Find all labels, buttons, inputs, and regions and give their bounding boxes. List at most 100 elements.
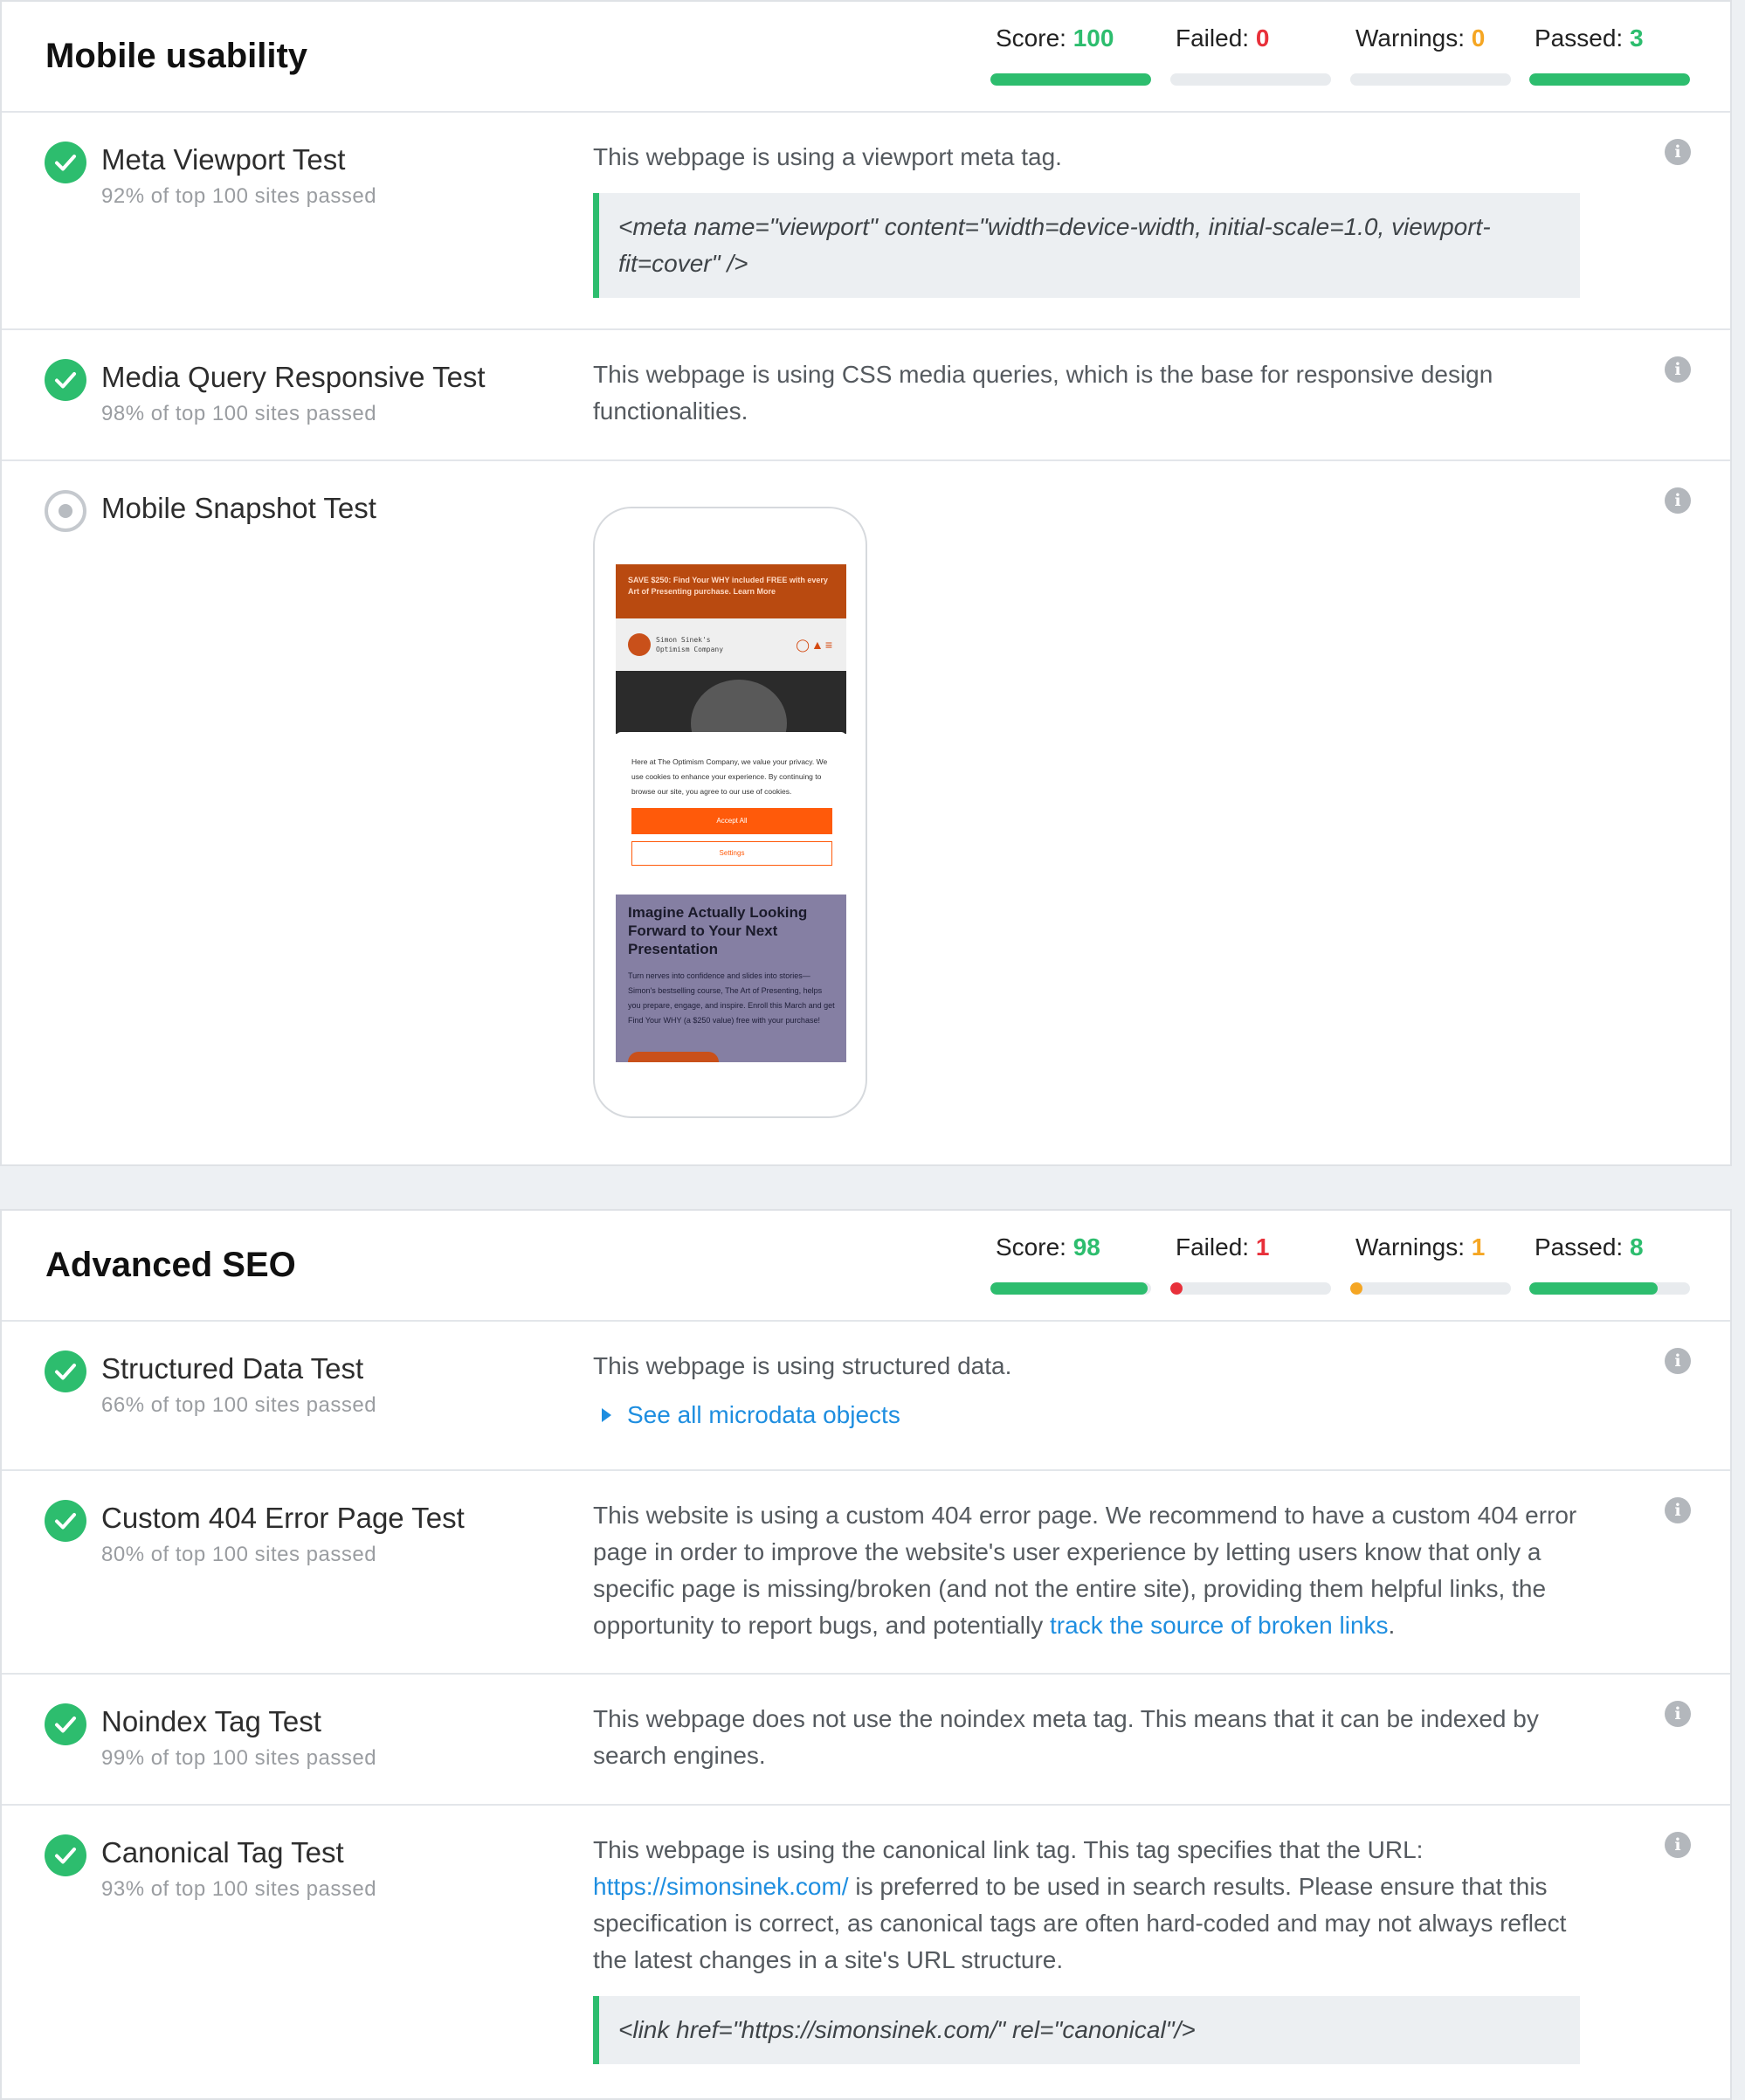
failed-bar: [1170, 73, 1331, 86]
mobile-screenshot: SAVE $250: Find Your WHY included FREE w…: [616, 564, 846, 1062]
broken-links-link[interactable]: track the source of broken links: [1050, 1612, 1389, 1639]
test-name: Canonical Tag Test: [101, 1836, 344, 1869]
info-icon[interactable]: i: [1665, 139, 1691, 165]
failed-stat: Failed: 1: [1170, 1233, 1331, 1295]
cookie-text: Here at The Optimism Company, we value y…: [631, 757, 828, 796]
score-value: 98: [1073, 1233, 1100, 1261]
screenshot-nav-icons: ◯▲≡: [796, 638, 834, 652]
test-pass-rate: 92% of top 100 sites passed: [101, 184, 377, 208]
test-row-media-query: Media Query Responsive Test 98% of top 1…: [2, 330, 1730, 461]
test-name: Meta Viewport Test: [101, 143, 346, 176]
warnings-bar: [1350, 73, 1511, 86]
code-snippet: <link href="https://simonsinek.com/" rel…: [593, 1996, 1580, 2064]
info-icon[interactable]: i: [1665, 487, 1691, 514]
phone-mockup: SAVE $250: Find Your WHY included FREE w…: [593, 507, 867, 1118]
screenshot-content: Imagine Actually Looking Forward to Your…: [616, 895, 846, 1062]
score-bar: [990, 1282, 1151, 1295]
test-name: Noindex Tag Test: [101, 1705, 321, 1737]
test-pass-rate: 98% of top 100 sites passed: [101, 402, 377, 425]
failed-value: 1: [1255, 1233, 1270, 1261]
check-icon: [45, 359, 86, 401]
check-icon: [45, 1834, 86, 1876]
screenshot-paragraph: Turn nerves into confidence and slides i…: [628, 971, 835, 1025]
screenshot-promo-banner: SAVE $250: Find Your WHY included FREE w…: [616, 564, 846, 618]
section-advanced-seo: Advanced SEO Score: 98 Failed: 1 Warning…: [0, 1209, 1732, 2100]
test-name: Mobile Snapshot Test: [101, 492, 376, 524]
passed-value: 3: [1629, 24, 1644, 52]
screenshot-hero-image: [616, 671, 846, 734]
passed-bar: [1529, 1282, 1690, 1295]
check-icon: [45, 1350, 86, 1392]
section-header: Mobile usability Score: 100 Failed: 0 Wa…: [2, 2, 1730, 113]
test-pass-rate: 66% of top 100 sites passed: [101, 1393, 377, 1417]
screenshot-nav: Simon Sinek's Optimism Company ◯▲≡: [616, 618, 846, 671]
test-row-meta-viewport: Meta Viewport Test 92% of top 100 sites …: [2, 113, 1730, 330]
warnings-label: Warnings:: [1355, 1233, 1466, 1261]
info-icon[interactable]: i: [1665, 356, 1691, 383]
warnings-value: 1: [1471, 1233, 1486, 1261]
score-label: Score:: [996, 1233, 1066, 1261]
description-text: This webpage is using a viewport meta ta…: [593, 143, 1062, 170]
screenshot-brand: Simon Sinek's Optimism Company: [656, 635, 723, 654]
brand-line-2: Optimism Company: [656, 646, 724, 653]
section-header: Advanced SEO Score: 98 Failed: 1 Warning…: [2, 1211, 1730, 1322]
passed-label: Passed:: [1535, 24, 1624, 52]
check-icon: [45, 1703, 86, 1745]
score-bar: [990, 73, 1151, 86]
score-stat: Score: 100: [990, 24, 1151, 86]
screenshot-settings-button: Settings: [631, 841, 832, 866]
passed-stat: Passed: 3: [1529, 24, 1690, 86]
screenshot-portrait: [691, 680, 787, 734]
score-stat: Score: 98: [990, 1233, 1151, 1295]
warnings-value: 0: [1471, 24, 1486, 52]
test-name: Structured Data Test: [101, 1352, 364, 1385]
description-text: This webpage does not use the noindex me…: [593, 1705, 1539, 1769]
failed-label: Failed:: [1176, 24, 1250, 52]
description-text: This webpage is using structured data.: [593, 1352, 1012, 1379]
description-tail: .: [1388, 1612, 1396, 1639]
score-label: Score:: [996, 24, 1066, 52]
section-title: Advanced SEO: [45, 1246, 296, 1284]
screenshot-cta-button: [628, 1052, 719, 1062]
warnings-label: Warnings:: [1355, 24, 1466, 52]
warnings-stat: Warnings: 1: [1350, 1233, 1511, 1295]
see-microdata-toggle[interactable]: See all microdata objects: [593, 1397, 900, 1433]
screenshot-accept-button: Accept All: [631, 808, 832, 834]
canonical-url-link[interactable]: https://simonsinek.com/: [593, 1873, 849, 1900]
check-icon: [45, 142, 86, 183]
test-row-mobile-snapshot: Mobile Snapshot Test i SAVE $250: Find Y…: [2, 461, 1730, 1163]
test-name: Media Query Responsive Test: [101, 361, 486, 393]
test-description: This webpage is using a viewport meta ta…: [593, 139, 1580, 298]
score-value: 100: [1073, 24, 1114, 52]
failed-label: Failed:: [1176, 1233, 1250, 1261]
triangle-right-icon: [602, 1407, 611, 1422]
info-icon[interactable]: i: [1665, 1701, 1691, 1727]
brand-line-1: Simon Sinek's: [656, 636, 711, 644]
test-row-structured-data: Structured Data Test 66% of top 100 site…: [2, 1322, 1730, 1471]
warnings-stat: Warnings: 0: [1350, 24, 1511, 86]
info-icon[interactable]: i: [1665, 1832, 1691, 1858]
test-pass-rate: 80% of top 100 sites passed: [101, 1543, 377, 1566]
see-microdata-link[interactable]: See all microdata objects: [627, 1401, 900, 1428]
info-icon[interactable]: i: [1665, 1497, 1691, 1523]
screenshot-heading: Imagine Actually Looking Forward to Your…: [628, 904, 808, 957]
description-text: This website is using a custom 404 error…: [593, 1497, 1580, 1644]
test-name: Custom 404 Error Page Test: [101, 1502, 465, 1534]
test-description: This webpage is using structured data. S…: [593, 1348, 1580, 1433]
test-row-canonical: Canonical Tag Test 93% of top 100 sites …: [2, 1806, 1730, 2094]
warnings-bar: [1350, 1282, 1511, 1295]
pending-circle-icon: [45, 490, 86, 532]
description-text: This webpage is using CSS media queries,…: [593, 361, 1493, 425]
info-icon[interactable]: i: [1665, 1348, 1691, 1374]
failed-stat: Failed: 0: [1170, 24, 1331, 86]
passed-stat: Passed: 8: [1529, 1233, 1690, 1295]
test-pass-rate: 99% of top 100 sites passed: [101, 1746, 377, 1770]
description-text: This webpage is using the canonical link…: [593, 1832, 1580, 1979]
code-snippet: <meta name="viewport" content="width=dev…: [593, 193, 1580, 298]
screenshot-logo: [628, 633, 651, 656]
section-title: Mobile usability: [45, 37, 308, 75]
description-body: This webpage is using the canonical link…: [593, 1836, 1424, 1863]
test-description: This webpage is using the canonical link…: [593, 1832, 1580, 2064]
passed-value: 8: [1629, 1233, 1644, 1261]
failed-bar: [1170, 1282, 1331, 1295]
